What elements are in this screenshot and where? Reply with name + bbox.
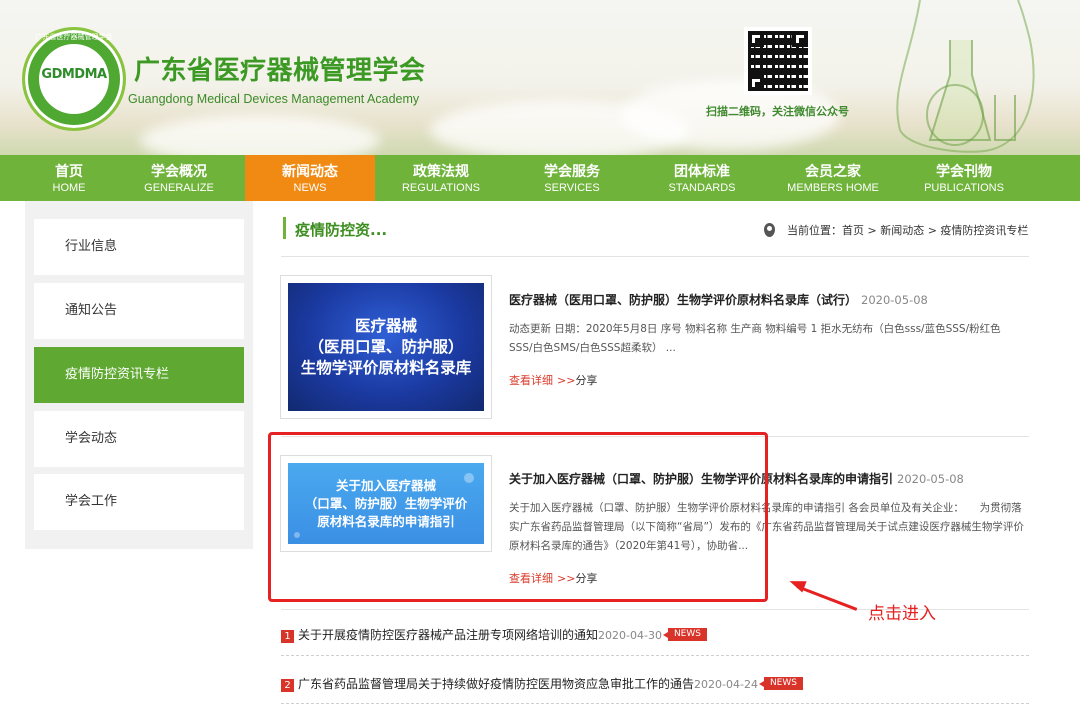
divider [281,655,1029,656]
logo-text: GDMDMA [41,67,107,82]
nav-item-sublabel: SERVICES [544,182,600,194]
read-more-label: 查看详细 [509,374,553,387]
section-title: 疫情防控资... [295,221,388,239]
annotation-text: 点击进入 [868,604,936,624]
header-cloud [140,115,380,155]
news-list-item[interactable]: 1 关于开展疫情防控医疗器械产品注册专项网络培训的通知2020-04-30 NEWS [281,626,707,643]
read-more-link[interactable]: 查看详细 >>分享 [509,372,597,388]
nav-item-sublabel: HOME [52,182,86,194]
nav-item-label: 政策法规 [413,164,469,180]
news-date: 2020-04-30 [598,629,662,642]
news-title: 广东省药品监督管理局关于持续做好疫情防控医用物资应急审批工作的通告 [298,677,695,691]
divider [281,256,1029,257]
article-date: 2020-05-08 [861,293,928,307]
breadcrumb-text: 当前位置：首页 > 新闻动态 > 疫情防控资讯专栏 [787,224,1029,237]
article-date: 2020-05-08 [897,472,964,486]
annotation-arrow-line [796,585,858,611]
nav-item-sublabel: PUBLICATIONS [924,182,1004,194]
site-logo[interactable]: 广东省医疗器械管理学会 GDMDMA [22,27,126,131]
sidebar-item-epidemic-column[interactable]: 疫情防控资讯专栏 [34,347,244,403]
article-title: 医疗器械（医用口罩、防护服）生物学评价原材料名录库（试行） [509,293,858,307]
news-date: 2020-04-24 [694,678,758,691]
wechat-qr-code [744,27,812,95]
divider [281,703,1029,704]
nav-item-home[interactable]: 首页 HOME [5,155,133,201]
sidebar-item-academy-work[interactable]: 学会工作 [34,474,244,530]
sidebar: 行业信息 通知公告 疫情防控资讯专栏 学会动态 学会工作 [25,201,253,549]
main-nav: 首页 HOME 学会概况 GENERALIZE 新闻动态 NEWS 政策法规 R… [0,155,1080,201]
nav-item-label: 学会刊物 [936,164,992,180]
nav-item-label: 学会概况 [151,164,207,180]
nav-item-label: 会员之家 [805,164,861,180]
nav-item-sublabel: GENERALIZE [144,182,214,194]
nav-item-news[interactable]: 新闻动态 NEWS [245,155,375,201]
nav-item-label: 新闻动态 [282,164,338,180]
article-summary: 动态更新 日期：2020年5月8日 序号 物料名称 生产商 物料编号 1 拒水无… [509,323,1001,354]
nav-item-generalize[interactable]: 学会概况 GENERALIZE [115,155,243,201]
news-badge: NEWS [662,628,707,641]
sidebar-item-academy-news[interactable]: 学会动态 [34,411,244,467]
share-link[interactable]: 分享 [575,374,597,387]
sidebar-item-industry-info[interactable]: 行业信息 [34,219,244,275]
nav-item-sublabel: NEWS [293,182,327,194]
news-index: 2 [281,679,294,692]
nav-item-label: 首页 [55,164,83,180]
section-title-bar [283,217,286,239]
nav-item-label: 学会服务 [544,164,600,180]
news-list-item[interactable]: 2 广东省药品监督管理局关于持续做好疫情防控医用物资应急审批工作的通告2020-0… [281,675,803,692]
site-title: 广东省医疗器械管理学会 [134,56,426,86]
nav-item-label: 团体标准 [674,164,730,180]
site-header: 广东省医疗器械管理学会 GDMDMA 广东省医疗器械管理学会 Guangdong… [0,0,1080,155]
news-index: 1 [281,630,294,643]
nav-item-members-home[interactable]: 会员之家 MEMBERS HOME [769,155,897,201]
nav-item-sublabel: MEMBERS HOME [787,182,879,194]
read-more-arrows: >> [557,374,576,387]
breadcrumb: 当前位置：首页 > 新闻动态 > 疫情防控资讯专栏 [764,222,1028,238]
logo-ring-text: 广东省医疗器械管理学会 [35,33,113,41]
site-subtitle: Guangdong Medical Devices Management Aca… [128,92,420,106]
nav-item-standards[interactable]: 团体标准 STANDARDS [638,155,766,201]
thumbnail-text: 医疗器械 （医用口罩、防护服） 生物学评价原材料名录库 [300,316,472,377]
article-title-link[interactable]: 医疗器械（医用口罩、防护服）生物学评价原材料名录库（试行） 2020-05-08 [509,291,928,308]
qr-caption: 扫描二维码，关注微信公众号 [706,105,849,118]
flask-illustration [896,0,1035,153]
news-badge: NEWS [758,677,803,690]
location-pin-icon [764,223,775,237]
sidebar-item-notices[interactable]: 通知公告 [34,283,244,339]
logo-emblem: GDMDMA [39,44,109,114]
article-thumbnail[interactable]: 医疗器械 （医用口罩、防护服） 生物学评价原材料名录库 [280,275,492,419]
nav-item-sublabel: STANDARDS [668,182,736,194]
thumbnail-image: 医疗器械 （医用口罩、防护服） 生物学评价原材料名录库 [288,283,484,411]
nav-item-publications[interactable]: 学会刊物 PUBLICATIONS [900,155,1028,201]
nav-item-services[interactable]: 学会服务 SERVICES [508,155,636,201]
news-title: 关于开展疫情防控医疗器械产品注册专项网络培训的通知 [298,628,599,642]
highlight-box [268,432,768,602]
nav-item-sublabel: REGULATIONS [401,182,481,194]
nav-item-regulations[interactable]: 政策法规 REGULATIONS [377,155,505,201]
